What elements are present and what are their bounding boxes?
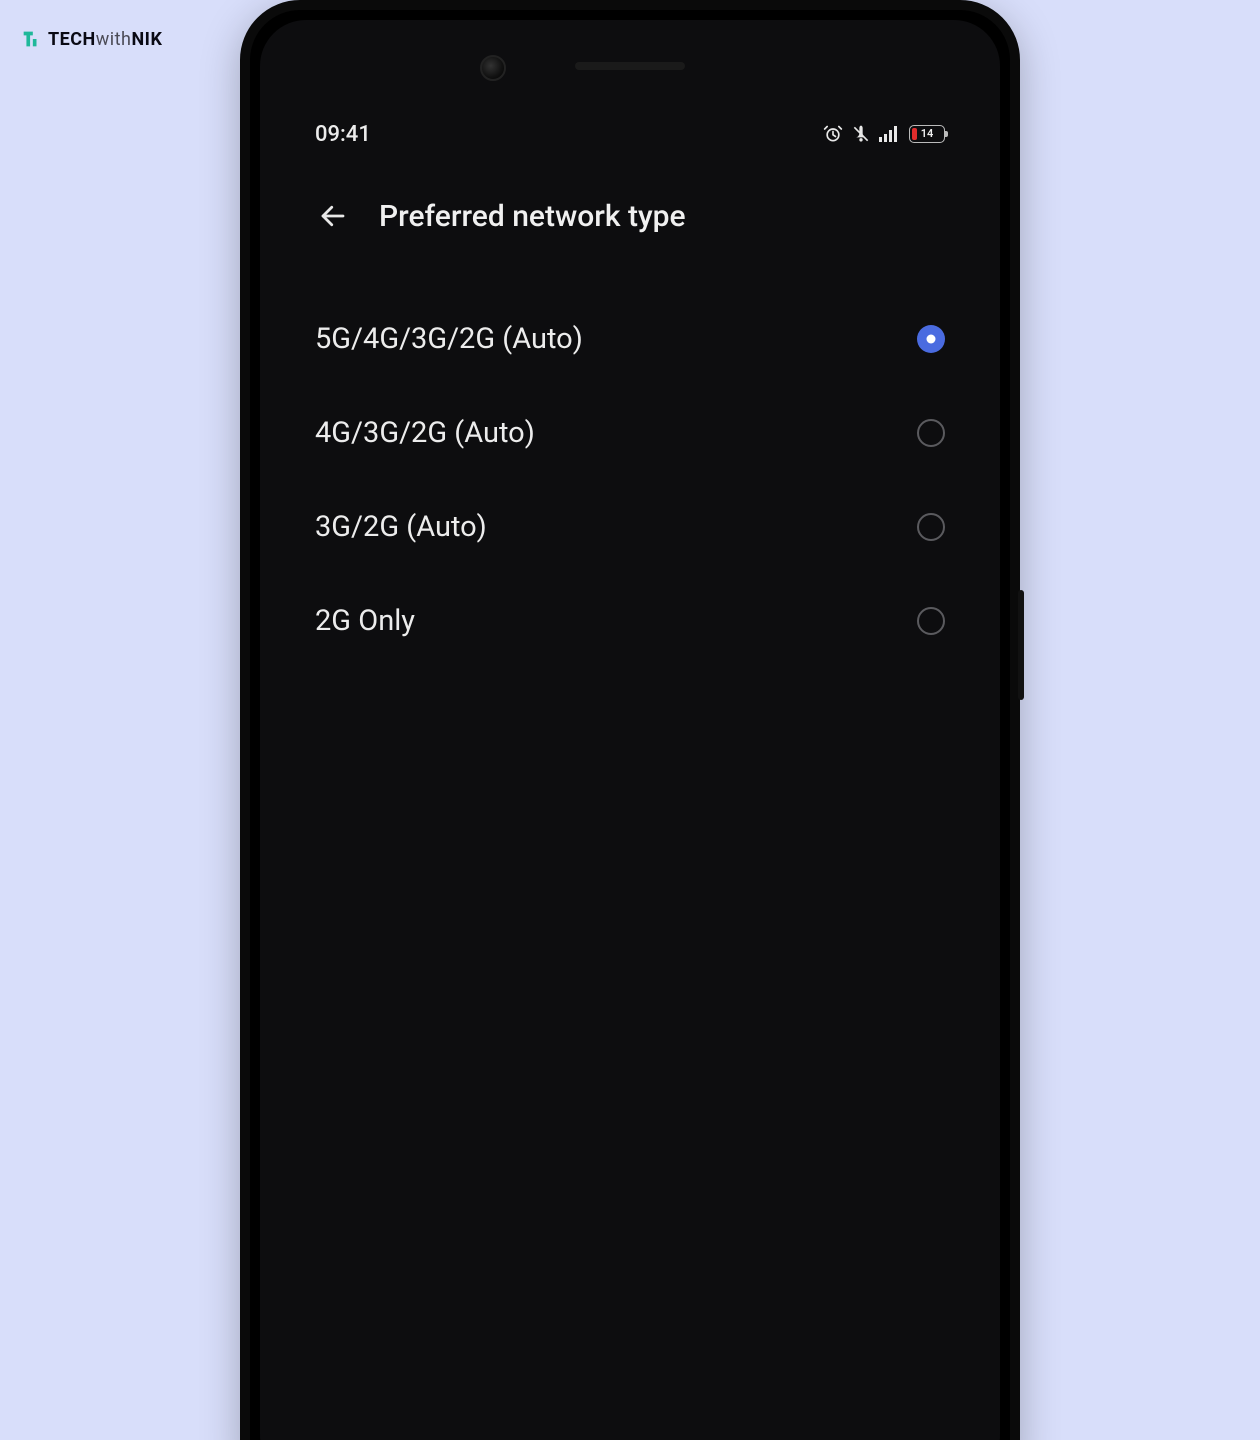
watermark-logo: TECHwithNIK [20, 28, 162, 50]
option-label: 4G/3G/2G (Auto) [315, 416, 535, 450]
mute-icon [851, 124, 871, 144]
watermark-text: TECHwithNIK [48, 29, 162, 50]
status-icons: 14 [823, 124, 945, 144]
battery-icon: 14 [909, 125, 945, 143]
back-button[interactable] [315, 198, 351, 234]
option-label: 2G Only [315, 604, 415, 638]
screen-header: Preferred network type [315, 198, 945, 234]
radio-unselected-icon [917, 607, 945, 635]
arrow-left-icon [318, 201, 348, 231]
network-options-list: 5G/4G/3G/2G (Auto) 4G/3G/2G (Auto) 3G/2G… [315, 292, 945, 668]
watermark-light: with [96, 29, 132, 50]
phone-bezel: 09:41 [260, 20, 1000, 1440]
signal-icon [879, 125, 901, 143]
radio-unselected-icon [917, 419, 945, 447]
status-bar: 09:41 [315, 106, 945, 162]
network-option-4g-auto[interactable]: 4G/3G/2G (Auto) [315, 386, 945, 480]
network-option-3g-auto[interactable]: 3G/2G (Auto) [315, 480, 945, 574]
watermark-bold: TECH [48, 29, 96, 50]
speaker-grille [575, 62, 685, 70]
phone-frame: 09:41 [240, 0, 1020, 1440]
option-label: 5G/4G/3G/2G (Auto) [315, 322, 583, 356]
phone-side-button [1018, 590, 1024, 700]
option-label: 3G/2G (Auto) [315, 510, 487, 544]
watermark-icon [20, 28, 42, 50]
front-camera [480, 55, 506, 81]
battery-fill [912, 128, 917, 140]
battery-percent: 14 [921, 127, 934, 140]
status-time: 09:41 [315, 122, 371, 147]
network-option-2g-only[interactable]: 2G Only [315, 574, 945, 668]
radio-unselected-icon [917, 513, 945, 541]
alarm-icon [823, 124, 843, 144]
radio-selected-icon [917, 325, 945, 353]
watermark-end: NIK [131, 29, 162, 50]
page-title: Preferred network type [379, 199, 686, 234]
phone-screen: 09:41 [260, 100, 1000, 1440]
network-option-5g-auto[interactable]: 5G/4G/3G/2G (Auto) [315, 292, 945, 386]
